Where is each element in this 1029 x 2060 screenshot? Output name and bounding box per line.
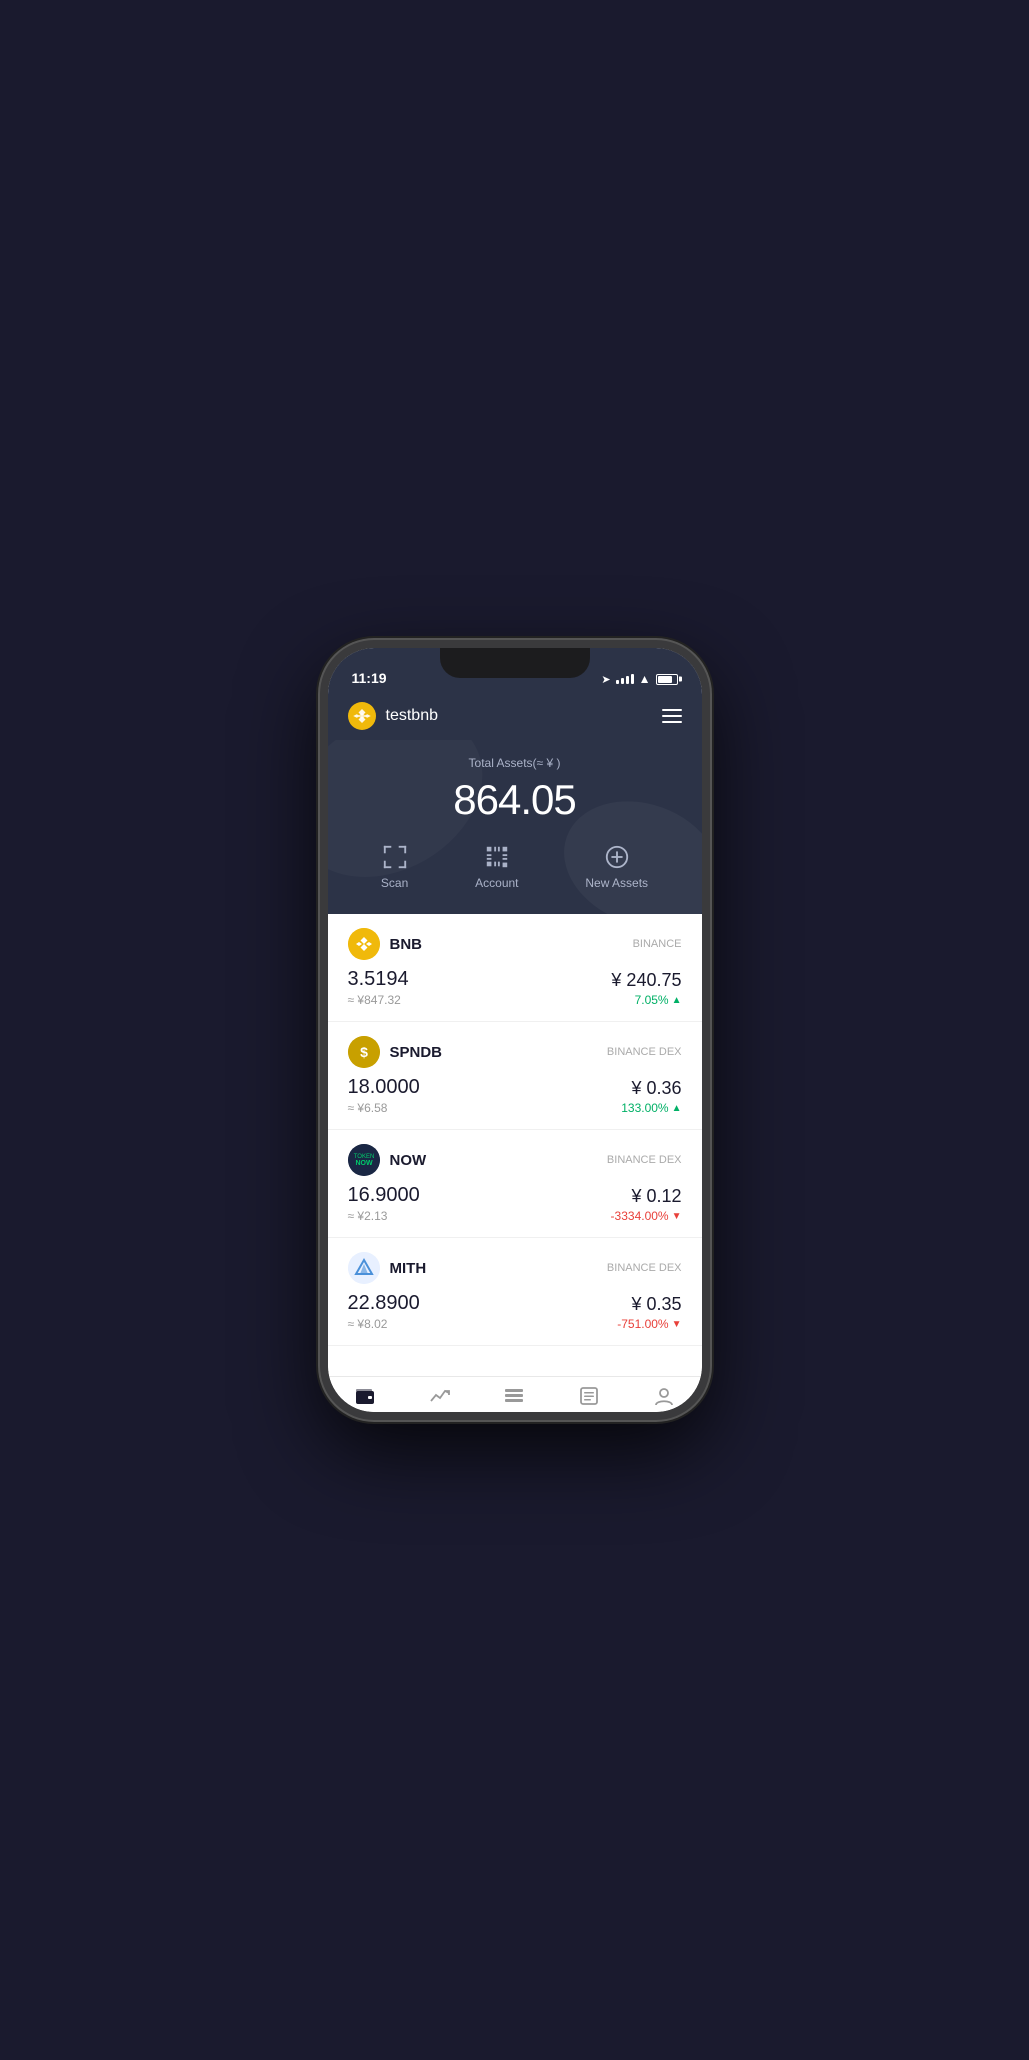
spndb-change: 133.00% ▲: [621, 1101, 681, 1115]
asset-item-bnb[interactable]: BNB Binance 3.5194 ≈ ¥847.32 ¥ 240.75 7.…: [328, 914, 702, 1022]
now-asset-logo: NOW TOKEN: [348, 1144, 380, 1176]
status-bar: 11:19 ➤ ▲: [328, 648, 702, 692]
asset-top-spndb: $ SPNDB BINANCE DEX: [348, 1036, 682, 1068]
hamburger-line-1: [662, 709, 682, 711]
phone-frame: 11:19 ➤ ▲: [320, 640, 710, 1420]
hamburger-line-3: [662, 721, 682, 723]
asset-bottom-mith: 22.8900 ≈ ¥8.02 ¥ 0.35 -751.00% ▼: [348, 1292, 682, 1331]
quick-actions: Scan: [348, 844, 682, 890]
bnb-header-logo: [348, 702, 376, 730]
asset-item-mith[interactable]: MITH BINANCE DEX 22.8900 ≈ ¥8.02 ¥ 0.35 …: [328, 1238, 702, 1346]
bnb-balance: 3.5194: [348, 968, 409, 991]
mith-balance: 22.8900: [348, 1292, 420, 1315]
asset-top-now: NOW TOKEN NOW BINANCE DEX: [348, 1144, 682, 1176]
status-icons: ➤ ▲: [601, 672, 677, 686]
mith-arrow-down-icon: ▼: [672, 1319, 682, 1330]
svg-text:$: $: [360, 1044, 368, 1060]
now-value: ≈ ¥2.13: [348, 1209, 420, 1223]
asset-bottom-spndb: 18.0000 ≈ ¥6.58 ¥ 0.36 133.00% ▲: [348, 1076, 682, 1115]
nav-item-wallet[interactable]: Wallet: [328, 1385, 403, 1412]
account-action[interactable]: Account: [475, 844, 518, 890]
battery-icon: [656, 674, 678, 685]
asset-top-bnb: BNB Binance: [348, 928, 682, 960]
bnb-arrow-up-icon: ▲: [672, 995, 682, 1006]
notch: [440, 648, 590, 678]
bottom-nav: Wallet Trade: [328, 1376, 702, 1412]
asset-item-spndb[interactable]: $ SPNDB BINANCE DEX 18.0000 ≈ ¥6.58 ¥ 0.…: [328, 1022, 702, 1130]
browser-icon: [503, 1385, 525, 1412]
asset-top-mith: MITH BINANCE DEX: [348, 1252, 682, 1284]
now-price-group: ¥ 0.12 -3334.00% ▼: [611, 1186, 682, 1223]
spndb-price-group: ¥ 0.36 133.00% ▲: [621, 1078, 681, 1115]
mith-asset-logo: [348, 1252, 380, 1284]
app-header: testbnb: [328, 692, 702, 740]
nav-item-trade[interactable]: Trade: [402, 1385, 477, 1412]
svg-text:NOW: NOW: [355, 1160, 373, 1167]
screen: 11:19 ➤ ▲: [328, 648, 702, 1412]
bnb-price: ¥ 240.75: [611, 970, 681, 991]
mith-price-group: ¥ 0.35 -751.00% ▼: [617, 1294, 681, 1331]
wallet-icon: [354, 1385, 376, 1412]
asset-item-now[interactable]: NOW TOKEN NOW BINANCE DEX 16.9000 ≈ ¥2.1…: [328, 1130, 702, 1238]
now-change: -3334.00% ▼: [611, 1209, 682, 1223]
me-icon: [653, 1385, 675, 1412]
new-assets-action[interactable]: New Assets: [585, 844, 648, 890]
now-arrow-down-icon: ▼: [672, 1211, 682, 1222]
nav-item-news[interactable]: News: [552, 1385, 627, 1412]
signal-bars-icon: [616, 674, 634, 684]
asset-list: BNB Binance 3.5194 ≈ ¥847.32 ¥ 240.75 7.…: [328, 914, 702, 1376]
now-balance: 16.9000: [348, 1184, 420, 1207]
total-assets-label: Total Assets(≈ ¥ ): [348, 756, 682, 770]
status-time: 11:19: [352, 670, 387, 686]
bnb-value: ≈ ¥847.32: [348, 993, 409, 1007]
svg-text:TOKEN: TOKEN: [353, 1154, 374, 1160]
bnb-change: 7.05% ▲: [635, 993, 682, 1007]
scan-icon: [382, 844, 408, 870]
new-assets-label: New Assets: [585, 876, 648, 890]
scan-label: Scan: [381, 876, 408, 890]
mith-change: -751.00% ▼: [617, 1317, 681, 1331]
bnb-exchange: Binance: [633, 938, 682, 950]
spndb-value: ≈ ¥6.58: [348, 1101, 420, 1115]
location-icon: ➤: [601, 673, 610, 686]
hero-section: Total Assets(≈ ¥ ) 864.05 Scan: [328, 740, 702, 914]
now-price: ¥ 0.12: [631, 1186, 681, 1207]
mith-exchange: BINANCE DEX: [607, 1262, 682, 1274]
spndb-arrow-up-icon: ▲: [672, 1103, 682, 1114]
account-icon: [484, 844, 510, 870]
hamburger-line-2: [662, 715, 682, 717]
mith-price: ¥ 0.35: [631, 1294, 681, 1315]
mith-value: ≈ ¥8.02: [348, 1317, 420, 1331]
spndb-asset-logo: $: [348, 1036, 380, 1068]
trade-icon: [429, 1385, 451, 1412]
wifi-icon: ▲: [639, 672, 651, 686]
new-assets-icon: [604, 844, 630, 870]
spndb-balance-group: 18.0000 ≈ ¥6.58: [348, 1076, 420, 1115]
spndb-price: ¥ 0.36: [631, 1078, 681, 1099]
bnb-symbol: BNB: [390, 936, 423, 953]
bnb-price-group: ¥ 240.75 7.05% ▲: [611, 970, 681, 1007]
now-exchange: BINANCE DEX: [607, 1154, 682, 1166]
header-left: testbnb: [348, 702, 438, 730]
now-symbol: NOW: [390, 1152, 427, 1169]
bnb-balance-group: 3.5194 ≈ ¥847.32: [348, 968, 409, 1007]
news-icon: [578, 1385, 600, 1412]
mith-balance-group: 22.8900 ≈ ¥8.02: [348, 1292, 420, 1331]
asset-bottom-bnb: 3.5194 ≈ ¥847.32 ¥ 240.75 7.05% ▲: [348, 968, 682, 1007]
bnb-asset-logo: [348, 928, 380, 960]
now-balance-group: 16.9000 ≈ ¥2.13: [348, 1184, 420, 1223]
mith-symbol: MITH: [390, 1260, 427, 1277]
scan-action[interactable]: Scan: [381, 844, 408, 890]
battery-fill: [658, 676, 672, 683]
spndb-symbol: SPNDB: [390, 1044, 443, 1061]
header-username: testbnb: [386, 707, 438, 725]
asset-bottom-now: 16.9000 ≈ ¥2.13 ¥ 0.12 -3334.00% ▼: [348, 1184, 682, 1223]
nav-item-browser[interactable]: Browser: [477, 1385, 552, 1412]
hamburger-menu-button[interactable]: [662, 709, 682, 723]
total-assets-amount: 864.05: [348, 776, 682, 824]
account-label: Account: [475, 876, 518, 890]
nav-item-me[interactable]: Me: [627, 1385, 702, 1412]
spndb-exchange: BINANCE DEX: [607, 1046, 682, 1058]
spndb-balance: 18.0000: [348, 1076, 420, 1099]
